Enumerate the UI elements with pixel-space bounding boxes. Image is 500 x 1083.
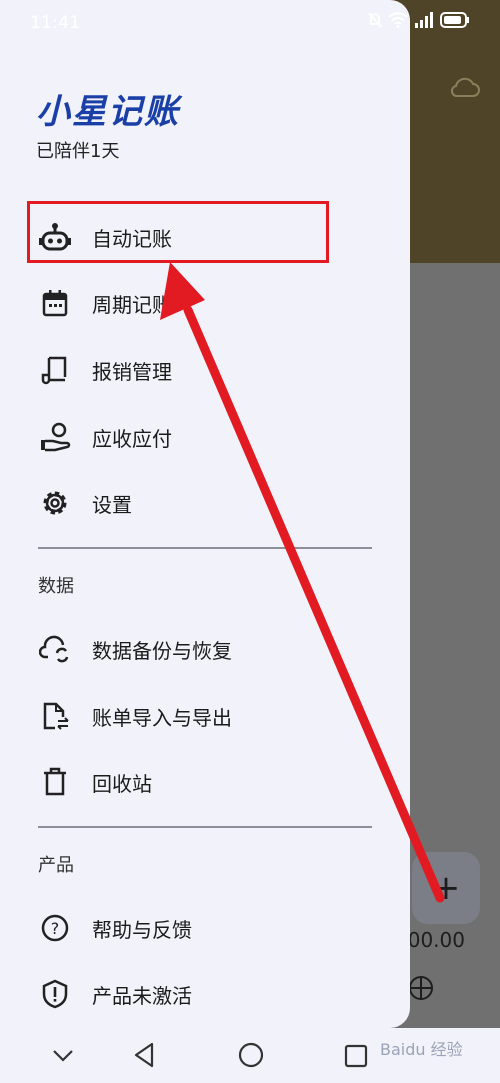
- back-icon[interactable]: [133, 1042, 155, 1072]
- watermark: Baidu 经验: [380, 1040, 463, 1059]
- chevron-down-icon[interactable]: [52, 1048, 74, 1067]
- home-icon[interactable]: [238, 1042, 264, 1072]
- recents-icon[interactable]: [344, 1044, 368, 1072]
- annotation-arrow: [160, 262, 445, 903]
